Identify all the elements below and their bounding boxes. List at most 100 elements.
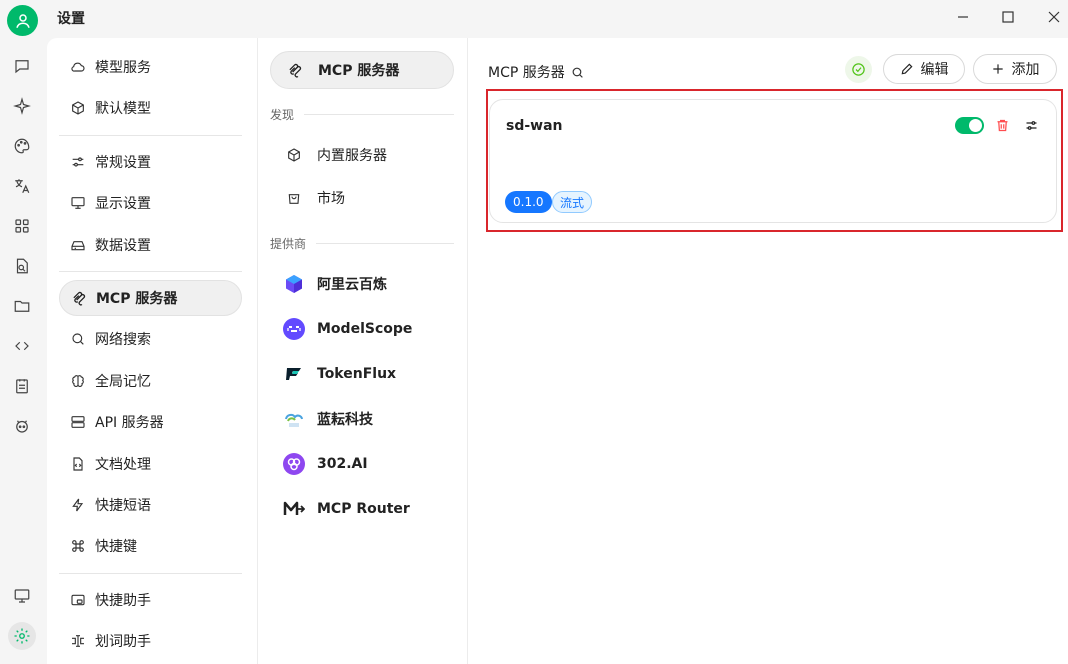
rail-translate-button[interactable] [8,172,36,200]
monitor-icon [14,589,30,603]
rail-agents-button[interactable] [8,92,36,120]
nav-display-settings[interactable]: 显示设置 [59,185,242,221]
mcp-nav-panel: MCP 服务器 发现 内置服务器 市场 提供商 阿里云百炼 ModelScope… [258,38,468,664]
provider-label: 蓝耘科技 [317,412,373,428]
builtin-servers-item[interactable]: 内置服务器 [270,136,454,174]
rail-notes-button[interactable] [8,372,36,400]
sparkle-icon [13,97,31,115]
nav-data-settings[interactable]: 数据设置 [59,227,242,263]
cloud-icon [69,58,87,76]
code-icon [15,341,29,351]
close-button[interactable] [1039,4,1068,30]
sliders-icon [1026,120,1036,130]
marketplace-label: 市场 [317,191,345,207]
settings-icon [14,628,30,644]
lanyun-logo-icon [283,408,305,430]
nav-general-settings[interactable]: 常规设置 [59,144,242,180]
search-icon [69,330,87,348]
nav-label: 常规设置 [95,155,151,171]
nav-label: MCP 服务器 [96,291,178,307]
provider-lanyun[interactable]: 蓝耘科技 [270,400,454,438]
nav-divider [59,271,242,272]
nav-label: 模型服务 [95,60,151,76]
rail-code-button[interactable] [8,332,36,360]
mcp-icon [284,59,306,81]
check-circle-icon [852,63,865,76]
chat-icon [15,60,29,74]
add-button[interactable]: 添加 [973,54,1057,84]
nav-shortcuts[interactable]: 快捷键 [59,528,242,564]
mcp-icon [70,289,88,307]
provider-label: 阿里云百炼 [317,277,387,293]
rail-chat-button[interactable] [8,52,36,80]
edit-button[interactable]: 编辑 [883,54,965,84]
document-code-icon [69,455,87,473]
nav-default-model[interactable]: 默认模型 [59,90,242,126]
edit-label: 编辑 [920,62,949,78]
provider-label: 302.AI [317,456,368,472]
user-avatar[interactable] [7,5,38,36]
icon-rail [0,38,46,664]
search-icon [572,67,583,78]
nav-quick-assistant[interactable]: 快捷助手 [59,582,242,618]
provider-tokenflux[interactable]: TokenFlux [270,355,454,393]
nav-label: 文档处理 [95,457,151,473]
marketplace-item[interactable]: 市场 [270,179,454,217]
provider-302ai[interactable]: 302.AI [270,445,454,483]
nav-model-services[interactable]: 模型服务 [59,49,242,85]
provider-mcp-router[interactable]: MCP Router [270,490,454,528]
main-content: MCP 服务器 编辑 添加 sd-wan 0.1.0 流式 [468,38,1068,664]
search-button[interactable] [571,66,584,79]
nav-divider [59,135,242,136]
nav-global-memory[interactable]: 全局记忆 [59,363,242,399]
nav-selection-assistant[interactable]: 划词助手 [59,623,242,659]
nav-mcp-servers[interactable]: MCP 服务器 [59,280,242,316]
shopping-bag-icon [283,187,305,209]
nav-api-server[interactable]: API 服务器 [59,404,242,440]
palette-icon [14,138,30,154]
delete-button[interactable] [993,116,1011,134]
bot-icon [16,420,28,433]
tokenflux-logo-icon [283,363,305,385]
bolt-icon [69,496,87,514]
translate-icon [15,179,30,193]
minimize-button[interactable] [948,4,978,30]
maximize-button[interactable] [993,4,1023,30]
rail-monitor-button[interactable] [8,582,36,610]
notes-icon [16,379,28,394]
modelscope-logo-icon [283,318,305,340]
version-tag: 0.1.0 [505,191,552,213]
server-enable-toggle[interactable] [955,117,984,134]
providers-section-label: 提供商 [270,235,454,252]
mcp-servers-tab[interactable]: MCP 服务器 [270,51,454,89]
rail-settings-button[interactable] [8,622,36,650]
nav-document-processing[interactable]: 文档处理 [59,446,242,482]
rail-files-button[interactable] [8,292,36,320]
rail-paint-button[interactable] [8,132,36,160]
provider-label: MCP Router [317,501,410,517]
text-cursor-icon [69,632,87,650]
nav-web-search[interactable]: 网络搜索 [59,321,242,357]
nav-quick-phrases[interactable]: 快捷短语 [59,487,242,523]
nav-label: 划词助手 [95,634,151,650]
nav-divider [59,573,242,574]
trash-icon [997,119,1007,131]
drive-icon [69,236,87,254]
server-card[interactable]: sd-wan 0.1.0 流式 [489,99,1057,223]
provider-modelscope[interactable]: ModelScope [270,310,454,348]
rail-knowledge-button[interactable] [8,252,36,280]
rail-bot-button[interactable] [8,412,36,440]
apps-grid-icon [15,219,29,233]
page-title: MCP 服务器 [488,65,565,81]
server-icon [69,413,87,431]
cube-icon [69,99,87,117]
maximize-icon [1002,11,1014,23]
provider-bailian[interactable]: 阿里云百炼 [270,265,454,303]
rail-apps-button[interactable] [8,212,36,240]
nav-label: 默认模型 [95,101,151,117]
nav-label: 快捷短语 [95,498,151,514]
main-header: MCP 服务器 [488,62,584,82]
discover-section-label: 发现 [270,106,454,123]
server-settings-button[interactable] [1022,116,1040,134]
health-check-button[interactable] [845,56,872,83]
